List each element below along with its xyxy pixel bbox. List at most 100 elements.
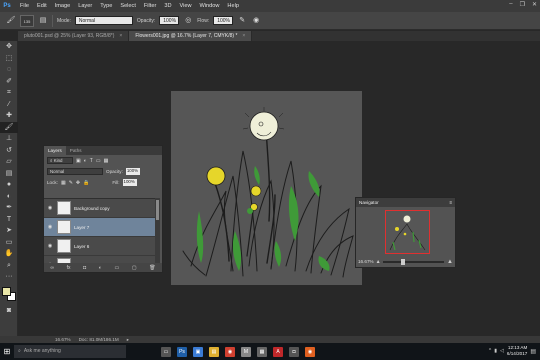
brush-panel-icon[interactable]: ▤ bbox=[38, 16, 48, 26]
link-icon[interactable]: ∞ bbox=[50, 265, 54, 271]
history-brush-tool-icon[interactable]: ↺ bbox=[0, 145, 18, 157]
hand-tool-icon[interactable]: ✋ bbox=[0, 248, 18, 260]
visibility-eye-icon[interactable]: ◉ bbox=[46, 224, 54, 230]
tab-flowers001[interactable]: Flowers001.jpg @ 16.7% (Layer 7, CMYK/8)… bbox=[129, 31, 253, 41]
pen-tool-icon[interactable]: ✒ bbox=[0, 202, 18, 214]
eyedropper-tool-icon[interactable]: ⁄ bbox=[0, 99, 18, 111]
opacity-field[interactable]: 100% bbox=[159, 16, 180, 25]
menu-edit[interactable]: Edit bbox=[33, 3, 51, 9]
photoshop-app-icon[interactable]: Ps bbox=[174, 343, 190, 360]
zoom-out-icon[interactable]: ▴ bbox=[377, 258, 380, 265]
menu-select[interactable]: Select bbox=[116, 3, 140, 9]
lock-all-icon[interactable]: 🔒 bbox=[83, 180, 89, 186]
type-tool-icon[interactable]: T bbox=[0, 214, 18, 226]
network-icon[interactable]: ▮ bbox=[494, 348, 497, 354]
menu-3d[interactable]: 3D bbox=[160, 3, 175, 9]
crop-tool-icon[interactable]: ⌗ bbox=[0, 87, 18, 99]
notifications-icon[interactable]: ▤ bbox=[530, 348, 536, 355]
lock-transparency-icon[interactable]: ▦ bbox=[61, 180, 66, 186]
foreground-color-swatch[interactable] bbox=[2, 286, 11, 296]
panel-menu-icon[interactable]: ≡ bbox=[449, 198, 452, 207]
adjustment-icon[interactable]: ◐ bbox=[99, 265, 102, 271]
minimize-button[interactable]: – bbox=[509, 1, 512, 8]
brush-preset-picker[interactable]: 135 bbox=[20, 14, 34, 27]
file-explorer-icon[interactable]: ▤ bbox=[206, 343, 222, 360]
blend-mode-dropdown[interactable]: Normal bbox=[47, 168, 103, 175]
status-arrow-icon[interactable]: ▸ bbox=[127, 337, 129, 343]
lock-pixels-icon[interactable]: ✎ bbox=[69, 180, 73, 186]
scrollbar-thumb[interactable] bbox=[156, 200, 159, 220]
navigator-zoom-value[interactable]: 16.67% bbox=[358, 259, 374, 264]
stamp-tool-icon[interactable]: ⊥ bbox=[0, 133, 18, 145]
layer-row[interactable]: ◉ Background copy bbox=[44, 199, 156, 218]
shape-tool-icon[interactable]: ▭ bbox=[0, 237, 18, 249]
zoom-slider[interactable] bbox=[382, 258, 445, 265]
pressure-size-icon[interactable]: ◉ bbox=[251, 16, 261, 26]
acrobat-icon[interactable]: A bbox=[270, 343, 286, 360]
document-canvas[interactable] bbox=[171, 91, 362, 285]
gradient-tool-icon[interactable]: ▤ bbox=[0, 168, 18, 180]
clock[interactable]: 12:13 AM 6/14/2017 bbox=[507, 345, 527, 357]
eraser-tool-icon[interactable]: ▱ bbox=[0, 156, 18, 168]
close-button[interactable]: ✕ bbox=[532, 1, 537, 8]
tab-layers[interactable]: Layers bbox=[44, 146, 66, 155]
layer-row-selected[interactable]: ◉ Layer 7 bbox=[44, 218, 156, 237]
taskbar-search[interactable]: ⌕ Ask me anything bbox=[14, 345, 126, 358]
move-tool-icon[interactable]: ✥ bbox=[0, 41, 18, 53]
flow-field[interactable]: 100% bbox=[213, 16, 234, 25]
type-filter-icon[interactable]: T bbox=[90, 158, 93, 164]
layer-row[interactable]: ◉ Layer 6 bbox=[44, 237, 156, 256]
dodge-tool-icon[interactable]: ◐ bbox=[0, 191, 18, 203]
kind-filter-dropdown[interactable]: ⌕ Kind bbox=[47, 157, 73, 164]
quick-mask-icon[interactable]: ◙ bbox=[0, 305, 18, 317]
menu-help[interactable]: Help bbox=[223, 3, 243, 9]
trash-icon[interactable]: 🗑 bbox=[149, 265, 155, 271]
menu-filter[interactable]: Filter bbox=[140, 3, 160, 9]
tab-close-icon[interactable]: × bbox=[119, 33, 122, 39]
layer-opacity-field[interactable]: 100% bbox=[125, 168, 140, 175]
notes-app-icon[interactable]: ▦ bbox=[254, 343, 270, 360]
brush-tool-icon[interactable]: 🖌 bbox=[0, 121, 18, 133]
navigator-view-frame[interactable] bbox=[385, 210, 430, 254]
healing-tool-icon[interactable]: ✚ bbox=[0, 110, 18, 122]
firefox-icon[interactable]: ◉ bbox=[302, 343, 318, 360]
menu-view[interactable]: View bbox=[175, 3, 195, 9]
tab-paths[interactable]: Paths bbox=[66, 146, 86, 155]
zoom-slider-knob[interactable] bbox=[401, 258, 406, 265]
fill-field[interactable]: 100% bbox=[122, 179, 137, 186]
new-layer-icon[interactable]: ▢ bbox=[132, 265, 137, 271]
smart-object-filter-icon[interactable]: ▦ bbox=[104, 158, 109, 164]
menu-type[interactable]: Type bbox=[96, 3, 116, 9]
lasso-tool-icon[interactable]: ◌ bbox=[0, 64, 18, 76]
mask-icon[interactable]: ◘ bbox=[83, 265, 86, 271]
pressure-opacity-icon[interactable]: ◎ bbox=[183, 16, 193, 26]
pixel-filter-icon[interactable]: ▣ bbox=[76, 158, 81, 164]
marquee-tool-icon[interactable]: ⬚ bbox=[0, 53, 18, 65]
menu-layer[interactable]: Layer bbox=[74, 3, 96, 9]
fx-icon[interactable]: fx bbox=[67, 265, 71, 271]
tab-close-icon[interactable]: × bbox=[242, 33, 245, 39]
menu-window[interactable]: Window bbox=[196, 3, 224, 9]
more-tools-icon[interactable]: ··· bbox=[0, 271, 18, 283]
visibility-eye-icon[interactable]: ◉ bbox=[46, 205, 54, 211]
zoom-in-icon[interactable]: ▲ bbox=[447, 259, 453, 265]
blur-tool-icon[interactable]: ● bbox=[0, 179, 18, 191]
app-icon[interactable]: ◘ bbox=[286, 343, 302, 360]
mode-dropdown[interactable]: Normal bbox=[74, 16, 133, 25]
airbrush-icon[interactable]: ✎ bbox=[237, 16, 247, 26]
zoom-tool-icon[interactable]: ⌕ bbox=[0, 260, 18, 272]
layers-scrollbar[interactable] bbox=[155, 198, 160, 264]
photos-app-icon[interactable]: ▣ bbox=[190, 343, 206, 360]
maximize-button[interactable]: ❐ bbox=[520, 1, 525, 8]
menu-image[interactable]: Image bbox=[51, 3, 75, 9]
menu-file[interactable]: File bbox=[16, 3, 33, 9]
volume-icon[interactable]: ◁ bbox=[500, 348, 504, 354]
brush-tool-icon[interactable]: 🖌 bbox=[6, 16, 16, 26]
shape-filter-icon[interactable]: ▭ bbox=[96, 158, 101, 164]
lock-position-icon[interactable]: ✥ bbox=[76, 180, 80, 186]
task-view-icon[interactable]: ▭ bbox=[158, 343, 174, 360]
chevron-up-icon[interactable]: ^ bbox=[489, 348, 491, 354]
app-m-icon[interactable]: M bbox=[238, 343, 254, 360]
chrome-icon[interactable]: ◉ bbox=[222, 343, 238, 360]
tab-pluto001[interactable]: pluto001.psd @ 25% (Layer 93, RGB/8*) × bbox=[18, 31, 130, 41]
